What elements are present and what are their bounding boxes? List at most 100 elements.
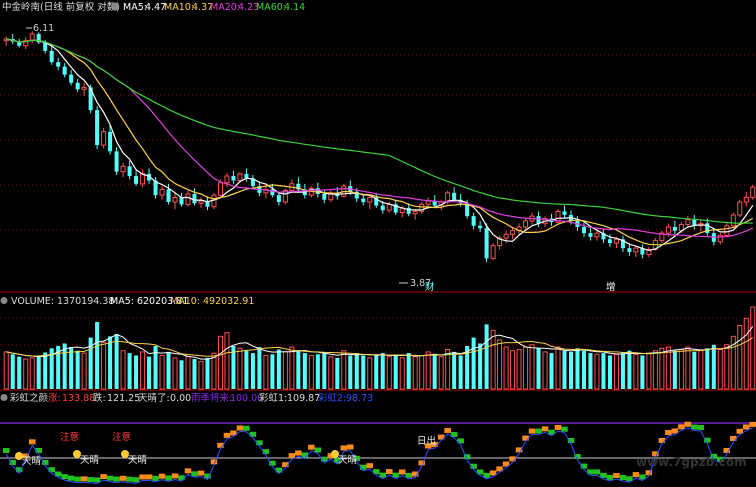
candle-body — [108, 131, 113, 152]
candle-body — [452, 192, 457, 200]
rainbow-block — [119, 475, 127, 481]
volume-bar — [536, 348, 541, 389]
volume-bar — [575, 348, 580, 389]
rainbow-block — [152, 475, 159, 481]
rainbow-block — [197, 470, 205, 476]
volume-bar — [17, 356, 22, 389]
rainbow-block — [691, 424, 698, 430]
volume-bar — [613, 353, 619, 390]
volume-bar — [529, 344, 535, 390]
volume-bar — [490, 329, 496, 390]
volume-bar — [43, 352, 48, 389]
volume-bar — [348, 355, 353, 389]
rainbow2-value: 98.73 — [346, 393, 373, 404]
ma5-value: 4.47 — [145, 2, 166, 13]
volume-bar — [69, 347, 74, 389]
candle-body — [114, 151, 119, 172]
volume-bar — [523, 346, 529, 390]
volume-bars — [3, 306, 756, 390]
rainbow-block — [613, 473, 620, 479]
candle-body — [69, 74, 74, 83]
volume-bar — [432, 354, 437, 389]
volume-bar — [458, 355, 463, 389]
volume-bar — [386, 356, 392, 390]
volume-bar — [237, 347, 243, 390]
settings-icon[interactable] — [111, 2, 119, 11]
rain-label: 雨季将来: — [191, 392, 232, 404]
volume-bar — [484, 324, 489, 389]
volume-bar — [516, 348, 522, 390]
volume-bar — [10, 354, 15, 389]
candle-body — [750, 186, 756, 198]
volume-bar — [724, 344, 730, 390]
volume-bar — [335, 357, 340, 389]
volume-bar — [581, 350, 586, 389]
candle-body — [367, 196, 373, 203]
volume-bar — [308, 354, 314, 390]
rainbow-block — [80, 476, 88, 482]
candle-body — [237, 173, 243, 181]
volume-bar — [627, 350, 632, 389]
volume-bar — [36, 355, 41, 389]
rainbow-block — [385, 469, 393, 475]
volume-bar — [542, 351, 548, 390]
rainbow-block — [743, 424, 750, 430]
rainbow-block — [171, 473, 179, 479]
volume-bar — [172, 357, 178, 390]
candle-body — [523, 220, 529, 228]
volume-panel-header: VOLUME: 1370194.38 MA5: 620203.81 MA10: … — [0, 296, 254, 307]
sunny-value: 0.00 — [170, 393, 191, 404]
settings-icon[interactable] — [0, 297, 8, 304]
candle-body — [75, 82, 80, 90]
candle-body — [510, 230, 516, 235]
volume-bar — [120, 350, 126, 390]
stock-chart[interactable]: 中金岭南(日线 前复权 对数) MA5: 4.47 MA10: 4.37 MA2… — [0, 0, 756, 487]
rainbow-block — [61, 474, 68, 480]
price-panel-header: 中金岭南(日线 前复权 对数) MA5: 4.47 MA10: 4.37 MA2… — [2, 1, 305, 13]
volume-bar — [698, 350, 704, 390]
rainbow-block — [632, 472, 640, 478]
candle-body — [166, 189, 171, 203]
settings-icon[interactable] — [0, 394, 8, 401]
fall-label: 跌: — [93, 392, 106, 404]
rainbow-block — [314, 447, 322, 453]
rainbow2-label: 彩虹2: — [318, 393, 346, 404]
rainbow-block — [561, 426, 568, 432]
ma60-legend: MA60: — [256, 2, 286, 13]
volume-bar — [665, 346, 671, 390]
volume-bar — [672, 350, 677, 389]
indicator-panel-header: 彩虹之颜 涨: 133.88 跌: 121.25 天晴了: 0.00 雨季将来:… — [0, 392, 373, 404]
rainbow-block — [554, 425, 562, 431]
ma10-legend: MA10: — [164, 2, 194, 13]
volume-bar — [263, 354, 269, 390]
rainbow-block — [749, 421, 756, 427]
candle-body — [685, 219, 691, 226]
candle-body — [192, 193, 197, 204]
candle-body — [159, 188, 165, 196]
volume-ma10: MA10: 492032.91 — [170, 296, 254, 307]
volume-bar — [646, 352, 652, 390]
rainbow-block — [398, 469, 406, 475]
rainbow-block — [126, 476, 133, 482]
candle-body — [276, 195, 281, 203]
candle-body — [490, 245, 496, 259]
candle-body — [562, 211, 567, 215]
volume-bar — [601, 353, 606, 389]
volume-bar — [114, 333, 119, 389]
volume-bar — [678, 348, 684, 390]
rainbow-block — [28, 439, 36, 445]
candle-body — [198, 200, 204, 204]
tag-zeng: 增 — [606, 281, 616, 293]
candle-body — [588, 233, 593, 237]
note-label: 注意 — [60, 431, 79, 443]
volume-bar — [224, 332, 230, 390]
candle-body — [737, 201, 743, 216]
volume-bar — [510, 350, 516, 390]
candle-body — [386, 203, 392, 211]
candle-body — [127, 166, 132, 177]
volume-bar — [62, 343, 67, 389]
volume-bar — [367, 357, 373, 390]
note-label: 注意 — [112, 431, 131, 443]
candle-body — [140, 173, 146, 185]
rainbow-block — [184, 468, 192, 474]
